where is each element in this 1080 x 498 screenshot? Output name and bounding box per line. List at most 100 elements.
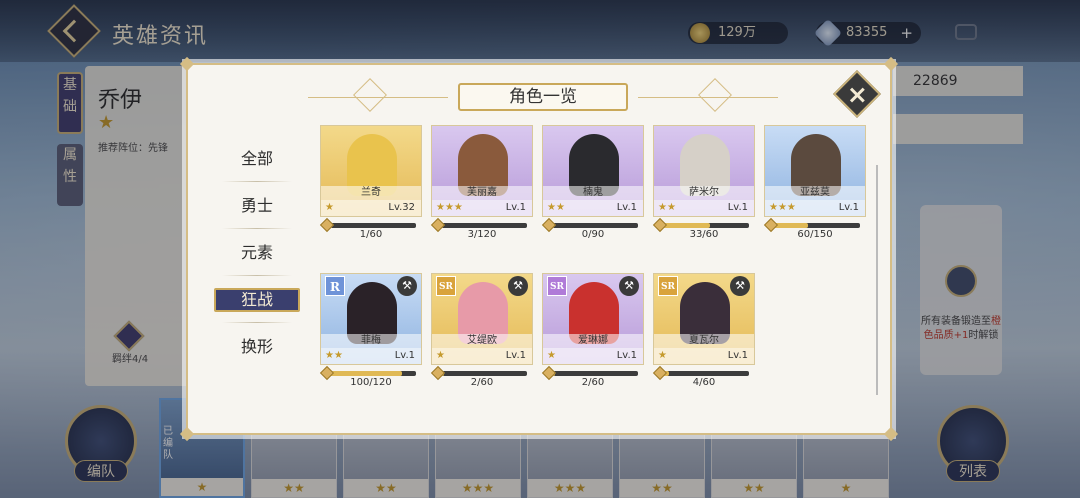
shard-progress: 33/60 [652,217,755,240]
hero-stars: ★ [547,350,556,361]
hero-info-bar: ★★ Lv.1 [543,200,643,216]
axe-icon: ⚒ [619,276,639,296]
hero-info-bar: ★ Lv.1 [654,348,754,364]
hero-info-bar: ★ Lv.32 [321,200,421,216]
hero-info-bar: ★ Lv.1 [543,348,643,364]
hero-card[interactable]: 萨米尔 ★★ Lv.1 [653,125,755,217]
hero-level: Lv.1 [394,350,415,361]
hero-card[interactable]: SR ⚒ 艾缇欧 ★ Lv.1 [431,273,533,365]
hero-info-bar: ★★ Lv.1 [654,200,754,216]
shard-count: 1/60 [359,229,383,240]
close-button[interactable] [832,69,882,119]
rarity-badge: SR [547,276,567,296]
axe-icon: ⚒ [508,276,528,296]
hero-stars: ★★★ [769,202,796,213]
class-filter-list: 全部勇士元素狂战换形 [202,135,312,370]
hero-stars: ★★ [325,350,343,361]
hero-card[interactable]: 兰奇 ★ Lv.32 [320,125,422,217]
rarity-badge: SR [658,276,678,296]
shard-progress: 60/150 [763,217,866,240]
axe-icon: ⚒ [397,276,417,296]
shard-bar-track [552,223,638,228]
hero-stars: ★★★ [436,202,463,213]
shard-count: 0/90 [581,229,605,240]
hero-level: Lv.1 [838,202,859,213]
shard-progress: 100/120 [319,365,422,388]
shard-count: 100/120 [350,377,392,388]
filter-label: 全部 [240,149,273,168]
hero-level: Lv.1 [505,350,526,361]
hero-level: Lv.1 [727,350,748,361]
hero-card[interactable]: 楠鬼 ★★ Lv.1 [542,125,644,217]
filter-label: 元素 [240,243,273,262]
shard-progress: 4/60 [652,365,755,388]
hero-info-bar: ★★ Lv.1 [321,348,421,364]
hero-info-bar: ★ Lv.1 [432,348,532,364]
shard-bar-track [441,371,527,376]
hero-name-label: 艾缇欧 [432,334,532,348]
shard-count: 2/60 [581,377,605,388]
hero-card[interactable]: R ⚒ 菲梅 ★★ Lv.1 [320,273,422,365]
shard-progress: 2/60 [541,365,644,388]
hero-level: Lv.1 [616,202,637,213]
shard-count: 3/120 [467,229,497,240]
filter-label: 换形 [240,337,273,356]
hero-card[interactable]: 芙丽嘉 ★★★ Lv.1 [431,125,533,217]
shard-bar-track [330,223,416,228]
hero-name-label: 芙丽嘉 [432,186,532,200]
shard-bar-fill [774,223,809,228]
shard-count: 4/60 [692,377,716,388]
shard-bar-track [774,223,860,228]
shard-progress: 1/60 [319,217,422,240]
hero-level: Lv.32 [388,202,415,213]
shard-bar-track [552,371,638,376]
shard-bar-track [330,371,416,376]
modal-title: 角色一览 [458,83,628,111]
shard-bar-track [663,223,749,228]
character-list-modal: 角色一览 全部 勇士 元素 狂战 换形 兰奇 ★ Lv.32 1/60 芙丽嘉 ★★★ Lv.1 3/… [179,56,899,442]
shard-bar-fill [330,371,402,376]
shard-progress: 3/120 [430,217,533,240]
hero-name-label: 夏瓦尔 [654,334,754,348]
grid-scrollbar[interactable] [876,165,878,395]
filter-item[interactable]: 全部 [202,135,312,182]
hero-name-label: 兰奇 [321,186,421,200]
shard-bar-track [441,223,527,228]
hero-card[interactable]: SR ⚒ 爱琳娜 ★ Lv.1 [542,273,644,365]
hero-card[interactable]: 亚兹莫 ★★★ Lv.1 [764,125,866,217]
filter-item[interactable]: 元素 [202,229,312,276]
hero-name-label: 楠鬼 [543,186,643,200]
axe-icon: ⚒ [730,276,750,296]
hero-name-label: 爱琳娜 [543,334,643,348]
shard-count: 2/60 [470,377,494,388]
hero-stars: ★ [658,350,667,361]
filter-label: 狂战 [240,290,273,309]
rarity-badge: SR [436,276,456,296]
hero-stars: ★★ [658,202,676,213]
title-diamond-ornament [698,78,732,112]
hero-card[interactable]: SR ⚒ 夏瓦尔 ★ Lv.1 [653,273,755,365]
shard-progress: 2/60 [430,365,533,388]
hero-stars: ★ [325,202,334,213]
filter-item[interactable]: 换形 [202,323,312,370]
hero-stars: ★ [436,350,445,361]
hero-level: Lv.1 [727,202,748,213]
hero-name-label: 萨米尔 [654,186,754,200]
hero-stars: ★★ [547,202,565,213]
shard-progress: 0/90 [541,217,644,240]
hero-name-label: 亚兹莫 [765,186,865,200]
filter-item[interactable]: 勇士 [202,182,312,229]
shard-count: 60/150 [797,229,833,240]
shard-bar-fill [663,223,711,228]
hero-level: Lv.1 [616,350,637,361]
hero-name-label: 菲梅 [321,334,421,348]
hero-info-bar: ★★★ Lv.1 [432,200,532,216]
filter-item[interactable]: 狂战 [202,276,312,323]
hero-info-bar: ★★★ Lv.1 [765,200,865,216]
title-diamond-ornament [353,78,387,112]
rarity-badge: R [325,276,345,296]
hero-level: Lv.1 [505,202,526,213]
filter-label: 勇士 [240,196,273,215]
shard-bar-track [663,371,749,376]
shard-count: 33/60 [689,229,719,240]
